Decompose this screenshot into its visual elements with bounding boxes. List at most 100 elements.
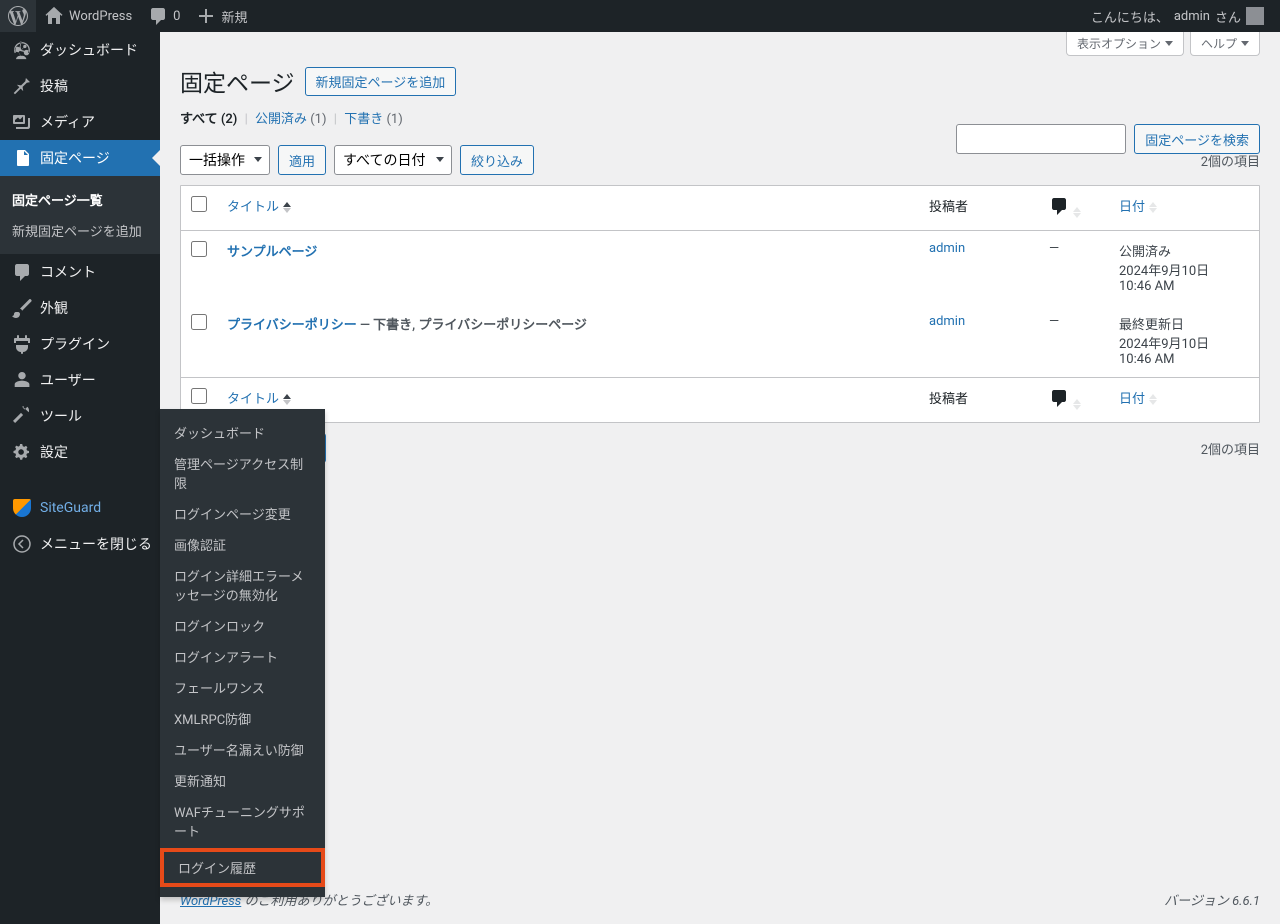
menu-comments[interactable]: コメント: [0, 254, 160, 290]
add-new-page-button[interactable]: 新規固定ページを追加: [305, 67, 457, 96]
caret-down-icon: [1165, 41, 1173, 46]
comments-count: 0: [173, 9, 180, 24]
flyout-history[interactable]: ログイン履歴: [164, 852, 321, 883]
greeting-suffix: さん: [1215, 7, 1241, 26]
sort-date-bottom[interactable]: 日付: [1119, 392, 1157, 407]
menu-collapse-label: メニューを閉じる: [40, 534, 152, 554]
wp-logo[interactable]: [0, 0, 36, 32]
flyout-lock[interactable]: ログインロック: [160, 610, 325, 641]
flyout-admin-restrict[interactable]: 管理ページアクセス制限: [160, 448, 325, 498]
col-author-footer: 投稿者: [919, 377, 1039, 422]
flyout-username[interactable]: ユーザー名漏えい防御: [160, 734, 325, 765]
comment-icon: [148, 6, 168, 26]
menu-posts[interactable]: 投稿: [0, 68, 160, 104]
flyout-captcha[interactable]: 画像認証: [160, 529, 325, 560]
date-filter-select[interactable]: すべての日付: [334, 145, 452, 175]
row-date: 最終更新日2024年9月10日10:46 AM: [1109, 304, 1259, 377]
col-author-header: 投稿者: [919, 186, 1039, 231]
my-account[interactable]: こんにちは、 admin さん: [1083, 0, 1272, 32]
page-icon: [12, 148, 32, 168]
plus-icon: [196, 6, 216, 26]
admin-bar: WordPress 0 新規 こんにちは、 admin さん: [0, 0, 1280, 32]
menu-pages-label: 固定ページ: [40, 148, 110, 168]
dashboard-icon: [12, 40, 32, 60]
screen-options-button[interactable]: 表示オプション: [1066, 32, 1184, 56]
help-label: ヘルプ: [1201, 35, 1237, 52]
screen-meta-links: 表示オプション ヘルプ: [1066, 32, 1260, 56]
menu-plugins[interactable]: プラグイン: [0, 326, 160, 362]
tablenav-top: 一括操作 適用 すべての日付 絞り込み 2個の項目: [180, 135, 1260, 185]
row-post-state: — 下書き, プライバシーポリシーページ: [357, 318, 587, 333]
flyout-update-notify[interactable]: 更新通知: [160, 765, 325, 796]
row-checkbox[interactable]: [191, 314, 207, 330]
shield-icon: [12, 498, 32, 518]
row-author-link[interactable]: admin: [929, 314, 965, 329]
table-row: プライバシーポリシー — 下書き, プライバシーポリシーページ admin — …: [181, 304, 1259, 377]
submenu-pages-index[interactable]: 固定ページ一覧: [0, 184, 160, 215]
menu-settings-label: 設定: [40, 442, 68, 462]
wordpress-logo-icon: [8, 6, 28, 26]
brush-icon: [12, 298, 32, 318]
filter-all[interactable]: すべて (2): [180, 112, 237, 127]
tools-icon: [12, 406, 32, 426]
greeting-text: こんにちは、: [1091, 7, 1169, 26]
media-icon: [12, 112, 32, 132]
flyout-highlight: ログイン履歴: [160, 848, 325, 887]
row-comments: —: [1039, 304, 1109, 377]
admin-footer: WordPress のご利用ありがとうございます。 バージョン 6.6.1: [160, 875, 1280, 924]
menu-siteguard-label: SiteGuard: [40, 500, 101, 516]
menu-dashboard[interactable]: ダッシュボード: [0, 32, 160, 68]
pin-icon: [12, 76, 32, 96]
apply-button-top[interactable]: 適用: [278, 145, 326, 175]
comments-icon: [1049, 196, 1069, 212]
new-label: 新規: [221, 7, 247, 26]
sort-date-top[interactable]: 日付: [1119, 200, 1157, 215]
filter-button[interactable]: 絞り込み: [460, 145, 534, 175]
row-checkbox[interactable]: [191, 241, 207, 257]
row-date: 公開済み2024年9月10日10:46 AM: [1109, 231, 1259, 304]
row-author-link[interactable]: admin: [929, 241, 965, 256]
filter-draft[interactable]: 下書き: [344, 112, 383, 127]
new-content[interactable]: 新規: [188, 0, 255, 32]
flyout-waf[interactable]: WAFチューニングサポート: [160, 796, 325, 846]
menu-users[interactable]: ユーザー: [0, 362, 160, 398]
menu-appearance[interactable]: 外観: [0, 290, 160, 326]
sort-title-top[interactable]: タイトル: [227, 200, 291, 215]
flyout-failonce[interactable]: フェールワンス: [160, 672, 325, 703]
flyout-dashboard[interactable]: ダッシュボード: [160, 417, 325, 448]
menu-settings[interactable]: 設定: [0, 434, 160, 470]
row-title-link[interactable]: サンプルページ: [227, 245, 317, 260]
main-content: 表示オプション ヘルプ 固定ページ 新規固定ページを追加 すべて (2) | 公…: [160, 32, 1280, 924]
row-title-link[interactable]: プライバシーポリシー: [227, 318, 357, 333]
comments-link[interactable]: 0: [140, 0, 188, 32]
bulk-action-select[interactable]: 一括操作: [180, 145, 270, 175]
submenu-pages-new[interactable]: 新規固定ページを追加: [0, 215, 160, 246]
site-name[interactable]: WordPress: [36, 0, 140, 32]
submenu-pages: 固定ページ一覧 新規固定ページを追加: [0, 176, 160, 254]
siteguard-flyout: ダッシュボード 管理ページアクセス制限 ログインページ変更 画像認証 ログイン詳…: [160, 409, 325, 897]
site-name-text: WordPress: [69, 9, 132, 24]
select-all-top[interactable]: [191, 196, 207, 212]
help-button[interactable]: ヘルプ: [1190, 32, 1260, 56]
filter-published[interactable]: 公開済み: [255, 112, 307, 127]
flyout-error-msg[interactable]: ログイン詳細エラーメッセージの無効化: [160, 560, 325, 610]
select-all-bottom[interactable]: [191, 388, 207, 404]
flyout-login-page[interactable]: ログインページ変更: [160, 498, 325, 529]
comments-icon: [1049, 388, 1069, 404]
menu-posts-label: 投稿: [40, 76, 68, 96]
version-text: バージョン 6.6.1: [1164, 890, 1260, 909]
menu-tools[interactable]: ツール: [0, 398, 160, 434]
row-comments: —: [1039, 231, 1109, 304]
home-icon: [44, 6, 64, 26]
menu-pages[interactable]: 固定ページ: [0, 140, 160, 176]
plugin-icon: [12, 334, 32, 354]
flyout-xmlrpc[interactable]: XMLRPC防御: [160, 703, 325, 734]
sort-title-bottom[interactable]: タイトル: [227, 392, 291, 407]
items-count-bottom: 2個の項目: [1201, 439, 1260, 458]
menu-siteguard[interactable]: SiteGuard: [0, 490, 160, 526]
menu-collapse[interactable]: メニューを閉じる: [0, 526, 160, 562]
menu-users-label: ユーザー: [40, 370, 96, 390]
flyout-alert[interactable]: ログインアラート: [160, 641, 325, 672]
screen-options-label: 表示オプション: [1077, 35, 1161, 52]
menu-media[interactable]: メディア: [0, 104, 160, 140]
